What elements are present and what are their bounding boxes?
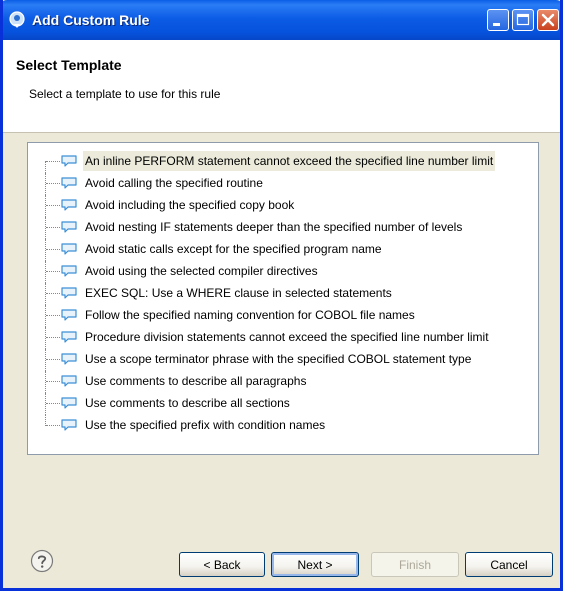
next-button[interactable]: Next > (271, 552, 359, 577)
title-bar[interactable]: Add Custom Rule (3, 0, 560, 40)
tree-item[interactable]: An inline PERFORM statement cannot excee… (28, 151, 496, 173)
tree-item[interactable]: Use comments to describe all paragraphs (28, 371, 495, 393)
tree-item-label: Avoid including the specified copy book (85, 198, 295, 212)
tree-item-label: Use a scope terminator phrase with the s… (85, 352, 472, 366)
minimize-icon (493, 23, 500, 26)
tree-item-label: Avoid calling the specified routine (85, 176, 263, 190)
tree-item-label: Follow the specified naming convention f… (85, 308, 415, 322)
tree-item[interactable]: EXEC SQL: Use a WHERE clause in selected… (28, 283, 495, 305)
tree-item[interactable]: Avoid calling the specified routine (28, 173, 495, 195)
close-button[interactable] (537, 9, 559, 31)
page-title: Select Template (16, 57, 122, 73)
template-list: An inline PERFORM statement cannot excee… (28, 151, 496, 437)
template-tree[interactable]: An inline PERFORM statement cannot excee… (27, 142, 539, 455)
tree-item[interactable]: Follow the specified naming convention f… (28, 305, 495, 327)
speech-bubble-icon (61, 287, 77, 299)
tree-item-label: Use comments to describe all sections (85, 396, 290, 410)
cancel-button[interactable]: Cancel (465, 552, 553, 577)
wizard-header: Select Template Select a template to use… (3, 40, 560, 133)
close-icon (541, 13, 555, 27)
speech-bubble-icon (61, 309, 77, 321)
page-description: Select a template to use for this rule (29, 87, 221, 101)
maximize-icon (516, 13, 530, 26)
window-title: Add Custom Rule (32, 12, 150, 28)
tree-item-label: Procedure division statements cannot exc… (85, 330, 489, 344)
speech-bubble-icon (61, 397, 77, 409)
speech-bubble-icon (61, 419, 77, 431)
tree-item-label: Use the specified prefix with condition … (85, 418, 326, 432)
speech-bubble-icon (61, 199, 77, 211)
tree-item-label: EXEC SQL: Use a WHERE clause in selected… (85, 286, 392, 300)
maximize-button[interactable] (512, 9, 534, 31)
tree-item[interactable]: Use a scope terminator phrase with the s… (28, 349, 495, 371)
help-icon[interactable] (30, 549, 54, 573)
minimize-button[interactable] (487, 9, 509, 31)
add-custom-rule-dialog: Add Custom Rule Select Template Select a… (0, 0, 563, 591)
tree-item[interactable]: Avoid nesting IF statements deeper than … (28, 217, 495, 239)
back-button[interactable]: < Back (179, 552, 265, 577)
tree-item-label: Avoid nesting IF statements deeper than … (85, 220, 463, 234)
tree-item[interactable]: Use the specified prefix with condition … (28, 415, 495, 437)
tree-item-label: Avoid static calls except for the specif… (85, 242, 382, 256)
tree-item-label: Use comments to describe all paragraphs (85, 374, 307, 388)
tree-item-label: An inline PERFORM statement cannot excee… (83, 151, 496, 171)
tree-item[interactable]: Avoid using the selected compiler direct… (28, 261, 495, 283)
tree-item[interactable]: Procedure division statements cannot exc… (28, 327, 495, 349)
speech-bubble-icon (61, 353, 77, 365)
speech-bubble-icon (61, 177, 77, 189)
tree-item[interactable]: Avoid including the specified copy book (28, 195, 495, 217)
tree-item[interactable]: Avoid static calls except for the specif… (28, 239, 495, 261)
speech-bubble-icon (61, 243, 77, 255)
tree-item-label: Avoid using the selected compiler direct… (85, 264, 318, 278)
speech-bubble-icon (61, 375, 77, 387)
speech-bubble-icon (61, 331, 77, 343)
speech-bubble-icon (61, 265, 77, 277)
rule-wizard-icon (9, 11, 25, 28)
speech-bubble-icon (61, 155, 77, 167)
finish-button[interactable]: Finish (371, 552, 459, 577)
tree-item[interactable]: Use comments to describe all sections (28, 393, 495, 415)
speech-bubble-icon (61, 221, 77, 233)
